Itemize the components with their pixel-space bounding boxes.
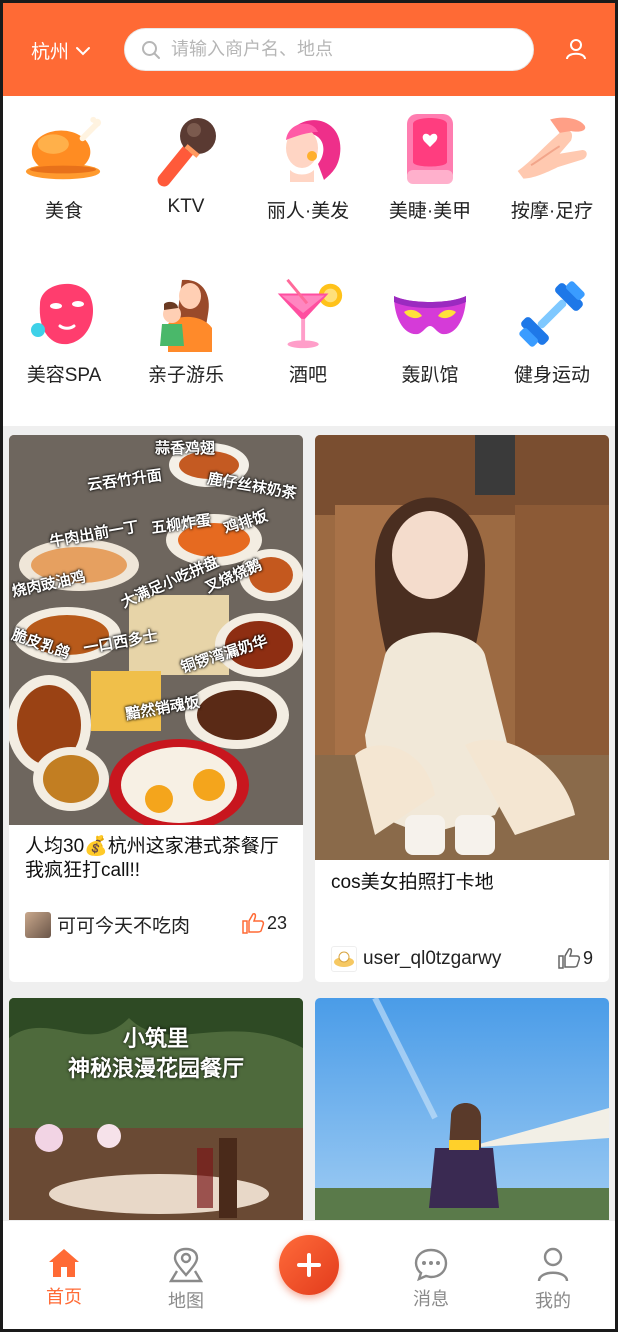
tab-map[interactable]: 地图 — [146, 1247, 226, 1313]
avatar — [25, 911, 51, 938]
microphone-icon — [146, 110, 226, 190]
category-label: 美睫·美甲 — [388, 201, 472, 222]
nail-icon — [390, 110, 470, 190]
roast-chicken-icon — [24, 110, 104, 190]
category-grid: 美食 KTV 丽人·美发 美睫·美甲 按摩·足疗 美容SPA 亲子游乐 酒吧 轰… — [3, 96, 615, 426]
bottom-tab-bar: 首页 地图 消息 我的 — [3, 1220, 615, 1329]
category-bar[interactable]: 酒吧 — [247, 274, 369, 387]
home-icon — [49, 1249, 79, 1277]
category-label: 丽人·美发 — [266, 201, 350, 222]
thumbs-up-icon — [242, 913, 265, 934]
cocktail-icon — [268, 274, 348, 354]
post-author[interactable]: 可可今天不吃肉 — [25, 911, 190, 938]
map-pin-icon — [169, 1247, 203, 1283]
tab-label: 首页 — [46, 1287, 82, 1307]
category-ktv[interactable]: KTV — [125, 110, 247, 218]
category-label: 健身运动 — [513, 365, 590, 386]
search-input[interactable] — [171, 39, 511, 60]
plus-icon — [297, 1253, 321, 1277]
image-text-overlay: 蒜香鸡翅 云吞竹升面 鹿仔丝袜奶茶 牛肉出前一丁 五柳炸蛋 鸡排饭 烧肉豉油鸡 … — [9, 440, 298, 724]
category-massage[interactable]: 按摩·足疗 — [491, 110, 613, 223]
like-button[interactable]: 9 — [557, 946, 593, 970]
search-box[interactable] — [124, 28, 534, 71]
post-author[interactable]: user_ql0tzgarwy — [331, 946, 501, 972]
chat-bubble-icon — [414, 1248, 448, 1281]
face-mask-icon — [24, 274, 104, 354]
post-title: cos美女拍照打卡地 — [331, 872, 494, 893]
post-image: 蒜香鸡翅 云吞竹升面 鹿仔丝袜奶茶 牛肉出前一丁 五柳炸蛋 鸡排饭 烧肉豉油鸡 … — [9, 435, 303, 831]
category-beauty-hair[interactable]: 丽人·美发 — [247, 110, 369, 223]
category-label: 美容SPA — [26, 365, 102, 386]
author-name: user_ql0tzgarwy — [363, 948, 502, 969]
category-label: 亲子游乐 — [147, 365, 224, 386]
author-name: 可可今天不吃肉 — [57, 916, 191, 937]
party-mask-icon — [390, 274, 470, 354]
person-icon — [537, 1247, 569, 1282]
tab-label: 消息 — [413, 1289, 449, 1309]
like-count: 9 — [582, 947, 593, 968]
category-fitness[interactable]: 健身运动 — [491, 274, 613, 387]
like-count: 23 — [266, 912, 287, 933]
category-family-fun[interactable]: 亲子游乐 — [125, 274, 247, 387]
thumbs-up-icon — [558, 948, 581, 969]
post-image: 小筑里 神秘浪漫花园餐厅 — [9, 998, 303, 1238]
tab-mine[interactable]: 我的 — [513, 1247, 593, 1313]
category-label: 轰趴馆 — [401, 365, 459, 386]
chevron-down-icon — [76, 46, 91, 55]
post-image — [315, 435, 609, 860]
tab-label: 我的 — [535, 1291, 571, 1311]
post-title: 人均30💰杭州这家港式茶餐厅我疯狂打call!! — [25, 836, 279, 881]
woman-hair-icon — [268, 110, 348, 190]
feed-card[interactable]: 蒜香鸡翅 云吞竹升面 鹿仔丝袜奶茶 牛肉出前一丁 五柳炸蛋 鸡排饭 烧肉豉油鸡 … — [9, 435, 303, 982]
image-text-overlay: 小筑里 神秘浪漫花园餐厅 — [67, 1026, 244, 1081]
feed-card[interactable]: 小筑里 神秘浪漫花园餐厅 — [9, 998, 303, 1238]
like-button[interactable]: 23 — [241, 911, 287, 935]
category-label: 按摩·足疗 — [510, 201, 594, 222]
category-label: 美食 — [44, 201, 83, 222]
category-spa[interactable]: 美容SPA — [3, 274, 125, 387]
tab-label: 地图 — [168, 1291, 204, 1311]
category-food[interactable]: 美食 — [3, 110, 125, 223]
category-label: KTV — [167, 196, 205, 217]
category-label: 酒吧 — [288, 365, 327, 386]
city-label: 杭州 — [31, 42, 70, 63]
feed-card[interactable]: cos美女拍照打卡地 user_ql0tzgarwy 9 — [315, 435, 609, 982]
tab-messages[interactable]: 消息 — [391, 1247, 471, 1311]
post-image — [315, 998, 609, 1238]
app-frame: 杭州 美食 — [3, 3, 615, 1329]
dumbbell-icon — [512, 274, 592, 354]
avatar — [331, 946, 357, 972]
massage-hand-icon — [512, 110, 592, 190]
category-party-house[interactable]: 轰趴馆 — [369, 274, 491, 387]
feed-card[interactable] — [315, 998, 609, 1238]
header: 杭州 — [3, 3, 615, 96]
tab-home[interactable]: 首页 — [24, 1247, 104, 1309]
search-icon — [142, 40, 160, 59]
user-icon[interactable] — [563, 36, 589, 62]
city-selector[interactable]: 杭州 — [31, 37, 91, 64]
add-post-button[interactable] — [279, 1235, 339, 1295]
mother-child-icon — [146, 274, 226, 354]
category-lash-nail[interactable]: 美睫·美甲 — [369, 110, 491, 223]
